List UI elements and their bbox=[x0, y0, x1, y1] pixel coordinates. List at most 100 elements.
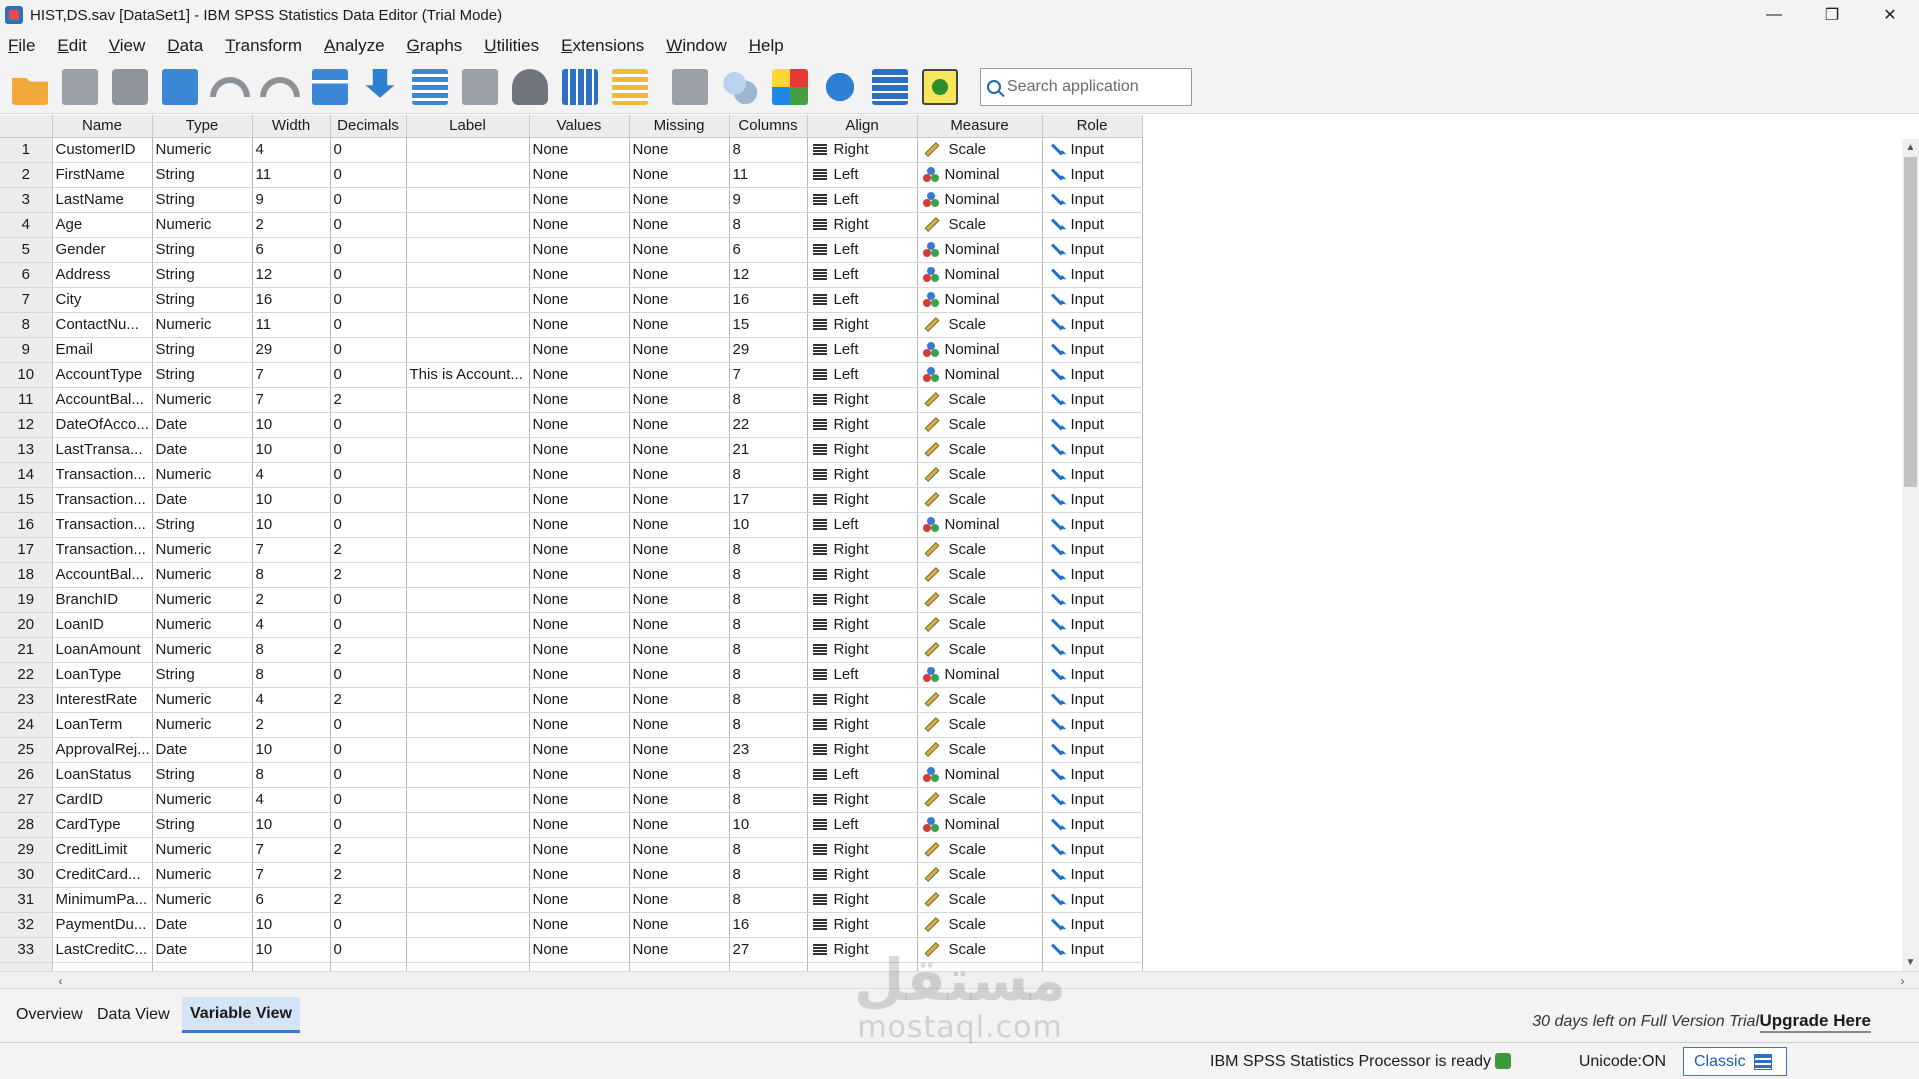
cell-columns[interactable]: 7 bbox=[729, 362, 808, 388]
cell-type[interactable]: Numeric bbox=[152, 687, 253, 713]
row-number[interactable]: 23 bbox=[0, 687, 53, 713]
cell-align[interactable]: Right bbox=[807, 837, 918, 863]
cell-decimals[interactable]: 0 bbox=[330, 287, 407, 313]
cell-role[interactable]: Input bbox=[1042, 287, 1143, 313]
cell-label[interactable] bbox=[406, 837, 530, 863]
cell-measure[interactable]: Scale bbox=[917, 612, 1043, 638]
horizontal-scrollbar[interactable]: ‹ › bbox=[0, 971, 1919, 988]
row-number[interactable]: 19 bbox=[0, 587, 53, 613]
cell-width[interactable]: 8 bbox=[252, 562, 331, 588]
cell-align[interactable]: Right bbox=[807, 212, 918, 238]
cell-name[interactable]: Email bbox=[52, 337, 153, 363]
cell-width[interactable]: 7 bbox=[252, 862, 331, 888]
cell-decimals[interactable]: 0 bbox=[330, 587, 407, 613]
menu-analyze[interactable]: Analyze bbox=[316, 36, 392, 56]
cell-width[interactable]: 4 bbox=[252, 787, 331, 813]
close-button[interactable]: ✕ bbox=[1861, 0, 1919, 30]
cell-width[interactable]: 4 bbox=[252, 687, 331, 713]
cell-decimals[interactable]: 0 bbox=[330, 137, 407, 163]
cell-align[interactable]: Left bbox=[807, 512, 918, 538]
vertical-scroll-thumb[interactable] bbox=[1904, 157, 1917, 487]
cell-role[interactable]: Input bbox=[1042, 562, 1143, 588]
cell-type[interactable]: Numeric bbox=[152, 137, 253, 163]
cell-label[interactable] bbox=[406, 812, 530, 838]
cell-columns[interactable]: 6 bbox=[729, 237, 808, 263]
cell-measure[interactable]: Scale bbox=[917, 637, 1043, 663]
cell-name[interactable]: BranchID bbox=[52, 587, 153, 613]
cell-width[interactable]: 4 bbox=[252, 462, 331, 488]
row-number[interactable]: 20 bbox=[0, 612, 53, 638]
cell-role[interactable]: Input bbox=[1042, 337, 1143, 363]
cell-name[interactable]: Gender bbox=[52, 237, 153, 263]
row-number[interactable]: 26 bbox=[0, 762, 53, 788]
menu-file[interactable]: File bbox=[0, 36, 43, 56]
cell-width[interactable]: 8 bbox=[252, 762, 331, 788]
cell-type[interactable]: Numeric bbox=[152, 387, 253, 413]
cell-type[interactable]: String bbox=[152, 362, 253, 388]
cell-type[interactable]: Numeric bbox=[152, 562, 253, 588]
cell-missing[interactable]: None bbox=[629, 387, 730, 413]
cell-width[interactable]: 8 bbox=[252, 662, 331, 688]
cell-align[interactable]: Right bbox=[807, 412, 918, 438]
cell-width[interactable]: 10 bbox=[252, 737, 331, 763]
cell-type[interactable]: String bbox=[152, 337, 253, 363]
cell-values[interactable]: None bbox=[529, 662, 630, 688]
cell-type[interactable]: Date bbox=[152, 737, 253, 763]
search-input[interactable] bbox=[1007, 78, 1187, 96]
cell-align[interactable]: Left bbox=[807, 162, 918, 188]
cell-width[interactable]: 10 bbox=[252, 412, 331, 438]
cell-name[interactable]: LoanID bbox=[52, 612, 153, 638]
cell-missing[interactable]: None bbox=[629, 412, 730, 438]
cell-values[interactable]: None bbox=[529, 487, 630, 513]
cell-values[interactable]: None bbox=[529, 212, 630, 238]
cell-type[interactable]: Numeric bbox=[152, 587, 253, 613]
row-number[interactable]: 10 bbox=[0, 362, 53, 388]
cell-columns[interactable]: 8 bbox=[729, 762, 808, 788]
cell-measure[interactable]: Scale bbox=[917, 862, 1043, 888]
cell-width[interactable]: 9 bbox=[252, 187, 331, 213]
row-number[interactable]: 14 bbox=[0, 462, 53, 488]
cell-type[interactable]: Date bbox=[152, 912, 253, 938]
cell-columns[interactable]: 8 bbox=[729, 462, 808, 488]
menu-transform[interactable]: Transform bbox=[217, 36, 310, 56]
cell-label[interactable] bbox=[406, 862, 530, 888]
cell-columns[interactable]: 8 bbox=[729, 537, 808, 563]
cell-type[interactable]: Numeric bbox=[152, 637, 253, 663]
cell-values[interactable]: None bbox=[529, 612, 630, 638]
cell-missing[interactable]: None bbox=[629, 137, 730, 163]
cell-name[interactable]: MinimumPa... bbox=[52, 887, 153, 913]
cell-decimals[interactable]: 2 bbox=[330, 862, 407, 888]
cell-width[interactable]: 7 bbox=[252, 837, 331, 863]
column-header-columns[interactable]: Columns bbox=[729, 115, 808, 138]
cell-name[interactable]: DateOfAcco... bbox=[52, 412, 153, 438]
cell-decimals[interactable]: 2 bbox=[330, 562, 407, 588]
cell-type[interactable]: String bbox=[152, 187, 253, 213]
cell-width[interactable]: 12 bbox=[252, 262, 331, 288]
cell-measure[interactable]: Scale bbox=[917, 412, 1043, 438]
cell-role[interactable]: Input bbox=[1042, 687, 1143, 713]
cell-label[interactable] bbox=[406, 612, 530, 638]
cell-type[interactable]: Date bbox=[152, 412, 253, 438]
add-on-button[interactable] bbox=[918, 65, 962, 109]
cell-width[interactable]: 6 bbox=[252, 237, 331, 263]
tab-variable-view[interactable]: Variable View bbox=[182, 997, 300, 1033]
cell-measure[interactable]: Scale bbox=[917, 487, 1043, 513]
value-labels-button[interactable] bbox=[668, 65, 712, 109]
cell-width[interactable]: 10 bbox=[252, 937, 331, 963]
cell-values[interactable]: None bbox=[529, 262, 630, 288]
classic-mode-button[interactable]: Classic bbox=[1683, 1047, 1787, 1076]
cell-type[interactable]: Numeric bbox=[152, 312, 253, 338]
variables-button[interactable] bbox=[408, 65, 452, 109]
cell-role[interactable]: Input bbox=[1042, 662, 1143, 688]
save-button[interactable] bbox=[58, 65, 102, 109]
cell-measure[interactable]: Nominal bbox=[917, 262, 1043, 288]
cell-align[interactable]: Right bbox=[807, 612, 918, 638]
cell-width[interactable]: 16 bbox=[252, 287, 331, 313]
cell-missing[interactable]: None bbox=[629, 237, 730, 263]
cell-label[interactable] bbox=[406, 537, 530, 563]
menu-window[interactable]: Window bbox=[658, 36, 734, 56]
cell-name[interactable]: LastTransa... bbox=[52, 437, 153, 463]
cell-columns[interactable]: 27 bbox=[729, 937, 808, 963]
cell-width[interactable]: 10 bbox=[252, 512, 331, 538]
cell-values[interactable]: None bbox=[529, 762, 630, 788]
